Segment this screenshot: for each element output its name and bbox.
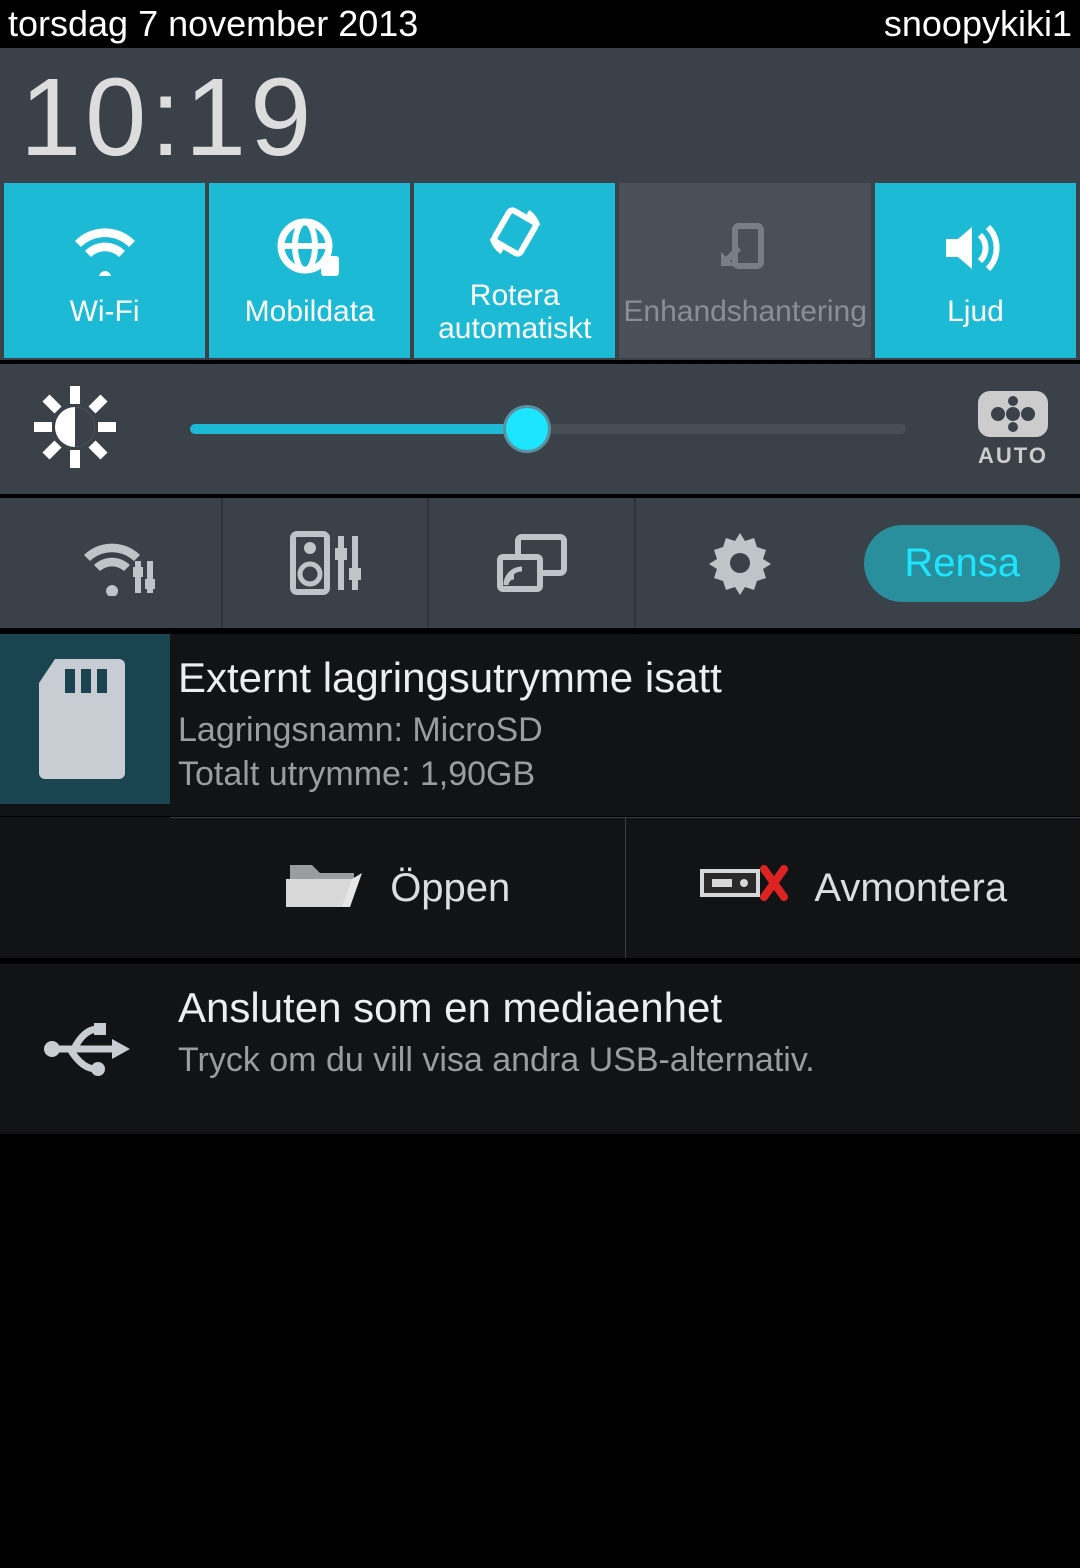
toggle-wifi[interactable]: Wi-Fi (4, 183, 205, 358)
notification-title: Externt lagringsutrymme isatt (178, 654, 1072, 702)
open-action[interactable]: Öppen (170, 818, 626, 958)
wifi-settings-button[interactable] (20, 498, 223, 628)
sound-settings-button[interactable] (227, 498, 430, 628)
cast-button[interactable] (433, 498, 636, 628)
usb-icon (0, 964, 170, 1134)
wifi-icon (70, 213, 140, 283)
toggle-label: Rotera automatiskt (414, 279, 615, 345)
toggle-label: Wi-Fi (66, 295, 144, 328)
auto-brightness-button[interactable]: AUTO (976, 389, 1050, 469)
globe-icon (275, 213, 345, 283)
notification-title: Ansluten som en mediaenhet (178, 984, 1072, 1032)
brightness-icon (30, 382, 120, 477)
toggle-label: Mobildata (241, 295, 379, 328)
shortcut-row: Rensa (0, 498, 1080, 628)
notification-subtitle: Tryck om du vill visa andra USB-alternat… (178, 1038, 1072, 1082)
cast-icon (496, 531, 571, 596)
status-date: torsdag 7 november 2013 (8, 3, 418, 45)
notification-usb[interactable]: Ansluten som en mediaenhet Tryck om du v… (0, 964, 1080, 1135)
status-user: snoopykiki1 (884, 3, 1072, 45)
unmount-action[interactable]: Avmontera (626, 818, 1080, 958)
quick-toggle-row: Wi-Fi Mobildata Rotera automatiskt Enhan… (0, 181, 1080, 360)
folder-open-icon (284, 853, 364, 923)
wifi-settings-icon (80, 531, 160, 596)
equalizer-icon (289, 528, 364, 598)
settings-button[interactable] (640, 498, 841, 628)
open-label: Öppen (390, 866, 510, 911)
toggle-label: Ljud (943, 295, 1008, 328)
toggle-sound[interactable]: Ljud (875, 183, 1076, 358)
notification-line1: Lagringsnamn: MicroSD (178, 708, 1072, 752)
notification-line2: Totalt utrymme: 1,90GB (178, 752, 1072, 796)
toggle-onehand[interactable]: Enhandshantering (619, 183, 871, 358)
onehand-icon (715, 213, 775, 283)
clear-button[interactable]: Rensa (864, 525, 1060, 602)
toggle-label: Enhandshantering (619, 295, 871, 328)
rotate-icon (480, 197, 550, 267)
toggle-rotate[interactable]: Rotera automatiskt (414, 183, 615, 358)
gear-icon (706, 529, 774, 597)
sound-icon (940, 213, 1010, 283)
brightness-slider[interactable] (190, 424, 906, 434)
auto-label: AUTO (978, 443, 1048, 469)
auto-brightness-icon (976, 389, 1050, 439)
notification-area: Externt lagringsutrymme isatt Lagringsna… (0, 628, 1080, 1135)
clear-label: Rensa (904, 541, 1020, 585)
brightness-row: AUTO (0, 364, 1080, 494)
status-bar: torsdag 7 november 2013 snoopykiki1 (0, 0, 1080, 48)
unmount-label: Avmontera (814, 866, 1007, 911)
notification-storage[interactable]: Externt lagringsutrymme isatt Lagringsna… (0, 634, 1080, 958)
clock-area: 10:19 (0, 48, 1080, 181)
eject-icon (698, 861, 788, 915)
sd-card-icon (0, 634, 170, 804)
clock-time: 10:19 (20, 54, 1060, 181)
toggle-mobildata[interactable]: Mobildata (209, 183, 410, 358)
